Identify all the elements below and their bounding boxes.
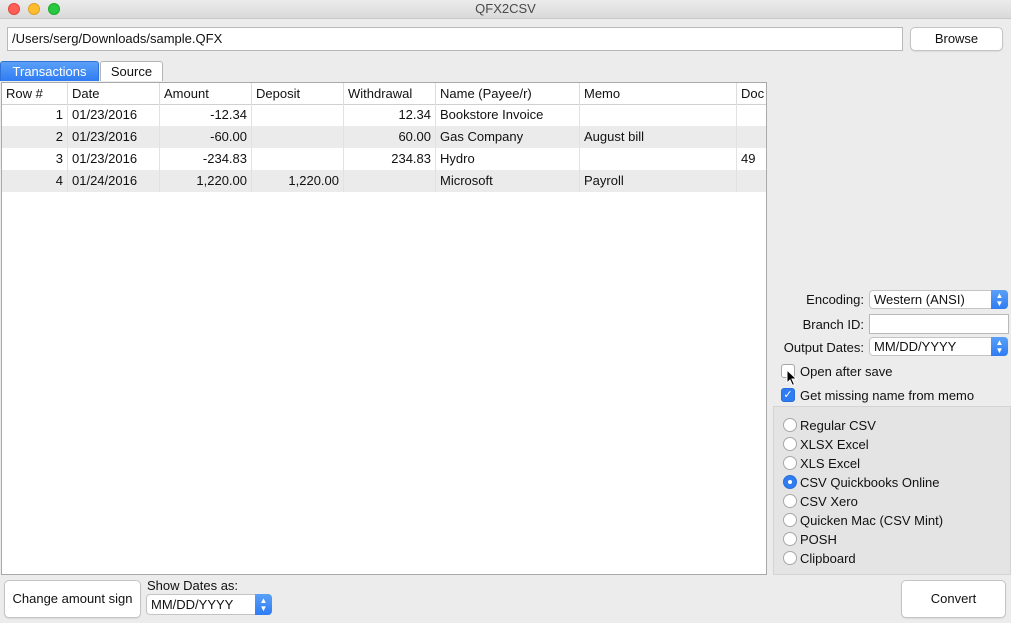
radio-posh[interactable]: [783, 532, 797, 546]
cell-doc: [737, 104, 766, 126]
show-dates-select[interactable]: MM/DD/YYYY ▲ ▼: [146, 594, 272, 615]
cell-row-number: 2: [2, 126, 68, 148]
cell-date: 01/23/2016: [68, 104, 160, 126]
cell-deposit: [252, 104, 344, 126]
table-row[interactable]: 2 01/23/2016 -60.00 60.00 Gas Company Au…: [2, 126, 766, 148]
cell-date: 01/23/2016: [68, 148, 160, 170]
radio-label-quicken-mac[interactable]: Quicken Mac (CSV Mint): [800, 513, 943, 528]
encoding-label: Encoding:: [806, 292, 864, 307]
encoding-select[interactable]: Western (ANSI) ▲ ▼: [869, 290, 1008, 309]
cell-date: 01/24/2016: [68, 170, 160, 192]
output-format-group: Regular CSV XLSX Excel XLS Excel CSV Qui…: [773, 406, 1011, 575]
title-bar: QFX2CSV: [0, 0, 1011, 19]
select-arrows-icon: ▲ ▼: [255, 594, 272, 615]
cell-memo: [580, 148, 737, 170]
missing-name-label[interactable]: Get missing name from memo: [800, 388, 974, 403]
cell-date: 01/23/2016: [68, 126, 160, 148]
cell-deposit: 1,220.00: [252, 170, 344, 192]
cell-name: Hydro: [436, 148, 580, 170]
radio-xls-excel[interactable]: [783, 456, 797, 470]
radio-label-posh[interactable]: POSH: [800, 532, 837, 547]
output-dates-value: MM/DD/YYYY: [874, 339, 957, 354]
file-path-input[interactable]: /Users/serg/Downloads/sample.QFX: [7, 27, 903, 51]
cell-row-number: 3: [2, 148, 68, 170]
cell-withdrawal: 12.34: [344, 104, 436, 126]
table-header: Row # Date Amount Deposit Withdrawal Nam…: [2, 83, 766, 105]
browse-button[interactable]: Browse: [910, 27, 1003, 51]
radio-clipboard[interactable]: [783, 551, 797, 565]
cell-memo: Payroll: [580, 170, 737, 192]
window-title: QFX2CSV: [475, 1, 536, 16]
cell-name: Microsoft: [436, 170, 580, 192]
encoding-value: Western (ANSI): [874, 292, 965, 307]
column-header-name[interactable]: Name (Payee/r): [436, 83, 580, 104]
missing-name-checkbox[interactable]: ✓: [781, 388, 795, 402]
cell-row-number: 4: [2, 170, 68, 192]
output-dates-label: Output Dates:: [783, 340, 864, 355]
cell-amount: -60.00: [160, 126, 252, 148]
radio-regular-csv[interactable]: [783, 418, 797, 432]
radio-label-csv-quickbooks-online[interactable]: CSV Quickbooks Online: [800, 475, 939, 490]
cell-name: Gas Company: [436, 126, 580, 148]
convert-button[interactable]: Convert: [901, 580, 1006, 618]
radio-label-csv-xero[interactable]: CSV Xero: [800, 494, 858, 509]
column-header-deposit[interactable]: Deposit: [252, 83, 344, 104]
select-arrows-icon: ▲ ▼: [991, 337, 1008, 356]
column-header-withdrawal[interactable]: Withdrawal: [344, 83, 436, 104]
radio-label-regular-csv[interactable]: Regular CSV: [800, 418, 876, 433]
output-dates-select[interactable]: MM/DD/YYYY ▲ ▼: [869, 337, 1008, 356]
cell-withdrawal: 234.83: [344, 148, 436, 170]
column-header-memo[interactable]: Memo: [580, 83, 737, 104]
cell-amount: 1,220.00: [160, 170, 252, 192]
radio-csv-xero[interactable]: [783, 494, 797, 508]
radio-xlsx-excel[interactable]: [783, 437, 797, 451]
cell-doc: [737, 126, 766, 148]
cell-memo: [580, 104, 737, 126]
cell-doc: 49: [737, 148, 766, 170]
table-row[interactable]: 1 01/23/2016 -12.34 12.34 Bookstore Invo…: [2, 104, 766, 126]
radio-label-xls-excel[interactable]: XLS Excel: [800, 456, 860, 471]
cell-doc: [737, 170, 766, 192]
branch-id-label: Branch ID:: [802, 317, 864, 332]
column-header-date[interactable]: Date: [68, 83, 160, 104]
transactions-table[interactable]: Row # Date Amount Deposit Withdrawal Nam…: [1, 82, 767, 575]
cell-memo: August bill: [580, 126, 737, 148]
checkmark-icon: ✓: [783, 389, 793, 401]
tab-transactions[interactable]: Transactions: [0, 61, 99, 81]
cell-withdrawal: [344, 170, 436, 192]
cell-deposit: [252, 148, 344, 170]
cell-deposit: [252, 126, 344, 148]
cell-amount: -12.34: [160, 104, 252, 126]
tab-source[interactable]: Source: [100, 61, 163, 81]
radio-quicken-mac[interactable]: [783, 513, 797, 527]
cell-amount: -234.83: [160, 148, 252, 170]
table-row[interactable]: 4 01/24/2016 1,220.00 1,220.00 Microsoft…: [2, 170, 766, 192]
table-row[interactable]: 3 01/23/2016 -234.83 234.83 Hydro 49: [2, 148, 766, 170]
column-header-amount[interactable]: Amount: [160, 83, 252, 104]
cell-withdrawal: 60.00: [344, 126, 436, 148]
radio-label-xlsx-excel[interactable]: XLSX Excel: [800, 437, 869, 452]
mouse-pointer-icon: [786, 369, 798, 387]
radio-label-clipboard[interactable]: Clipboard: [800, 551, 856, 566]
change-amount-sign-button[interactable]: Change amount sign: [4, 580, 141, 618]
cell-row-number: 1: [2, 104, 68, 126]
branch-id-input[interactable]: [869, 314, 1009, 334]
column-header-doc[interactable]: Doc: [737, 83, 766, 104]
show-dates-value: MM/DD/YYYY: [151, 597, 234, 612]
cell-name: Bookstore Invoice: [436, 104, 580, 126]
column-header-row[interactable]: Row #: [2, 83, 68, 104]
select-arrows-icon: ▲ ▼: [991, 290, 1008, 309]
radio-csv-quickbooks-online[interactable]: [783, 475, 797, 489]
open-after-save-label[interactable]: Open after save: [800, 364, 893, 379]
show-dates-label: Show Dates as:: [147, 578, 239, 593]
